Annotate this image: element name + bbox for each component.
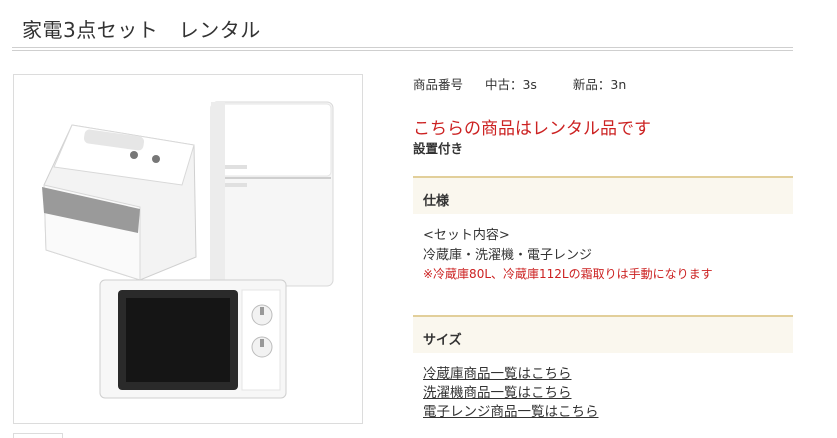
product-code-label: 商品番号 [413, 77, 464, 92]
washing-machine-image [42, 124, 197, 281]
rental-notice: こちらの商品はレンタル品です [413, 119, 651, 139]
size-links: 冷蔵庫商品一覧はこちら 洗濯機商品一覧はこちら 電子レンジ商品一覧はこちら [423, 365, 599, 422]
defrost-note: ※冷蔵庫80L、冷蔵庫112Lの霜取りは手動になります [423, 267, 713, 281]
size-header: サイズ [413, 315, 793, 353]
used-code: 中古：3s [484, 77, 537, 92]
set-items: 冷蔵庫・洗濯機・電子レンジ [423, 248, 593, 263]
thumbnail-tab[interactable] [13, 433, 63, 438]
refrigerator-image [210, 101, 334, 287]
washing-machine-list-link[interactable]: 洗濯機商品一覧はこちら [423, 384, 599, 403]
microwave-list-link[interactable]: 電子レンジ商品一覧はこちら [423, 403, 599, 422]
microwave-image [99, 279, 287, 399]
install-note: 設置付き [413, 141, 464, 156]
appliance-set-illustration [42, 101, 334, 399]
set-contents-label: <セット内容> [423, 228, 510, 243]
new-code: 新品：3n [572, 77, 627, 92]
product-code: 商品番号 中古：3s 新品：3n [413, 74, 626, 93]
spec-content: <セット内容> 冷蔵庫・洗濯機・電子レンジ ※冷蔵庫80L、冷蔵庫112Lの霜取… [423, 226, 713, 282]
page-title: 家電3点セット レンタル [22, 18, 261, 42]
refrigerator-list-link[interactable]: 冷蔵庫商品一覧はこちら [423, 365, 599, 384]
title-divider [12, 47, 793, 51]
product-image[interactable] [13, 74, 363, 424]
spec-header: 仕様 [413, 176, 793, 214]
